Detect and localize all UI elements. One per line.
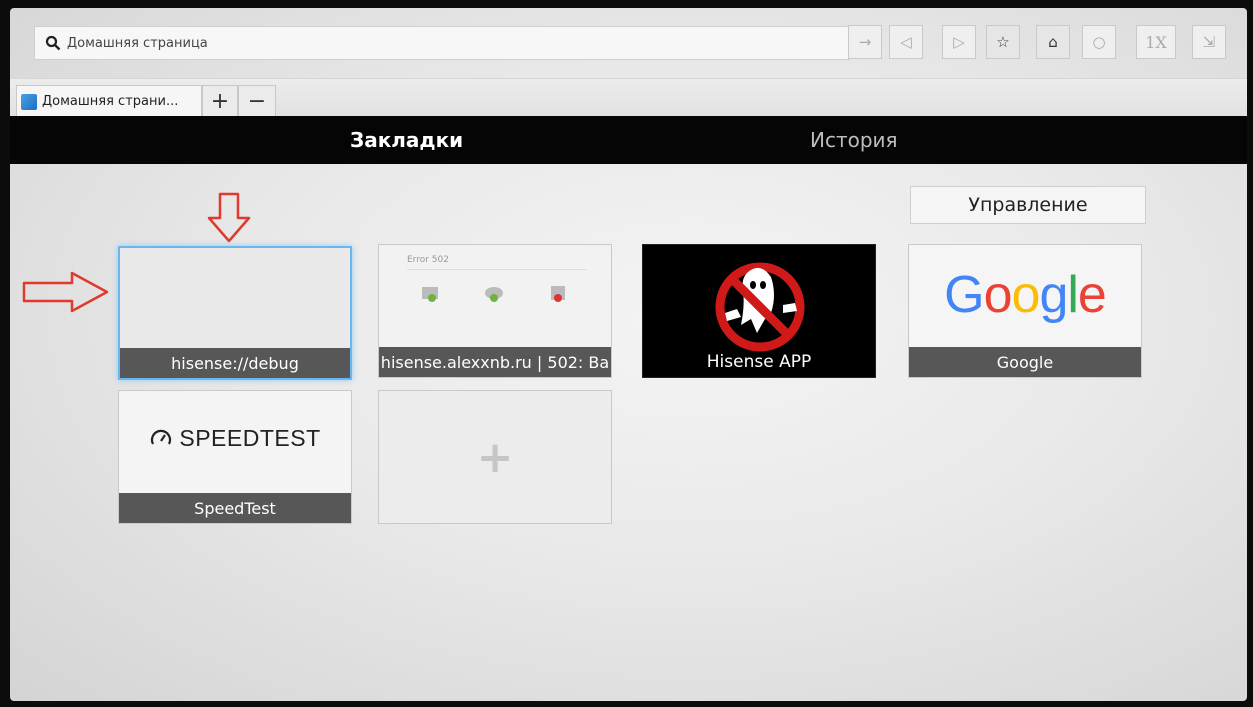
- address-bar-text: Домашняя страница: [67, 35, 208, 51]
- forward-icon[interactable]: ▷: [942, 25, 976, 59]
- right-arrow-annotation-icon: [22, 271, 109, 313]
- bookmark-tile-speedtest[interactable]: SPEEDTEST SpeedTest: [118, 390, 352, 524]
- tile-caption: Google: [909, 347, 1141, 377]
- close-tab-button[interactable]: −: [238, 85, 276, 117]
- google-logo: Google: [944, 266, 1107, 324]
- section-tabs: Закладки История: [10, 116, 1247, 164]
- browser-screen: Домашняя страница → ◁ ▷ ☆ ⌂ ○ 1X ⇲ Домаш…: [10, 8, 1247, 701]
- address-bar[interactable]: Домашняя страница: [34, 26, 850, 60]
- tab-strip: Домашняя страни... + −: [10, 78, 1247, 117]
- back-icon[interactable]: ◁: [889, 25, 923, 59]
- tab-bookmarks[interactable]: Закладки: [350, 128, 463, 152]
- preview-status-icons: [419, 283, 569, 305]
- cloud-status-icon: [485, 287, 503, 302]
- plus-icon: +: [476, 431, 514, 483]
- ghostbusters-logo-icon: [715, 262, 805, 352]
- tab-label: Домашняя страни...: [42, 94, 179, 109]
- manage-button[interactable]: Управление: [910, 186, 1146, 224]
- add-tab-button[interactable]: +: [202, 85, 238, 117]
- star-icon[interactable]: ☆: [986, 25, 1020, 59]
- down-arrow-annotation-icon: [207, 192, 251, 243]
- speedtest-logo: SPEEDTEST: [119, 425, 351, 452]
- tile-caption: Hisense APP: [706, 352, 812, 372]
- bookmark-tile-debug[interactable]: hisense://debug: [118, 246, 352, 380]
- home-icon[interactable]: ⌂: [1036, 25, 1070, 59]
- reload-icon[interactable]: ○: [1082, 25, 1116, 59]
- search-icon: [45, 35, 61, 51]
- bookmark-tile-hisense-app[interactable]: Hisense APP: [642, 244, 876, 378]
- bookmark-tile-alexxnb[interactable]: Error 502 hisense.alexxnb.ru | 502: Ba: [378, 244, 612, 378]
- go-arrow-icon[interactable]: →: [848, 25, 882, 59]
- tile-caption: hisense.alexxnb.ru | 502: Ba: [379, 347, 611, 377]
- zoom-button[interactable]: 1X: [1136, 25, 1176, 59]
- browser-favicon-icon: [21, 93, 37, 110]
- exit-icon[interactable]: ⇲: [1192, 25, 1226, 59]
- server-status-icon: [551, 286, 565, 302]
- preview-divider: [407, 269, 587, 270]
- speedometer-icon: [151, 429, 172, 445]
- tile-caption: SpeedTest: [119, 493, 351, 523]
- tab-history[interactable]: История: [810, 128, 898, 152]
- add-bookmark-tile[interactable]: +: [378, 390, 612, 524]
- browser-status-icon: [422, 287, 438, 302]
- bookmark-tile-google[interactable]: Google Google: [908, 244, 1142, 378]
- tile-caption: hisense://debug: [120, 348, 350, 378]
- tab-home-page[interactable]: Домашняя страни...: [16, 85, 202, 117]
- preview-error-title: Error 502: [407, 255, 449, 265]
